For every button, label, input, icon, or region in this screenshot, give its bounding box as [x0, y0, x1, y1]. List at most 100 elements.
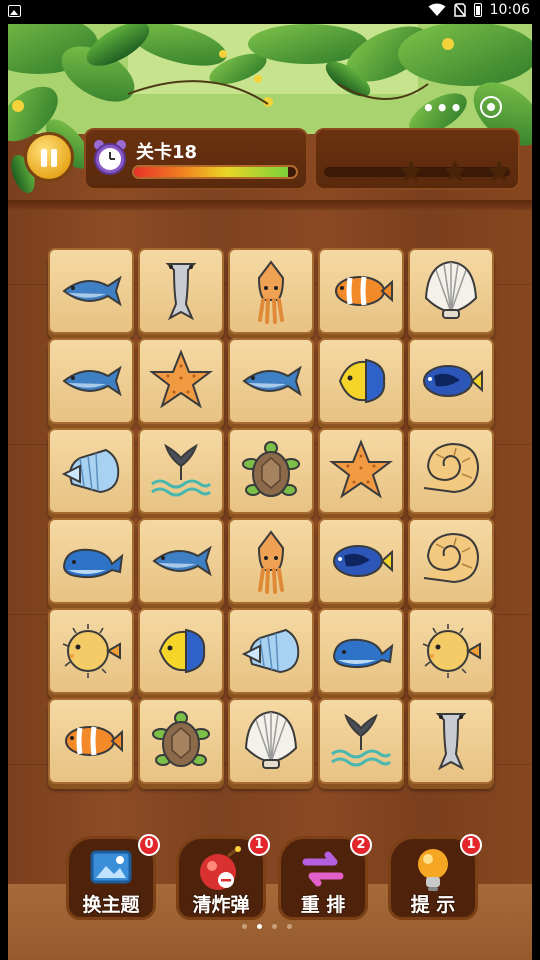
page-dot [257, 924, 262, 929]
tile-shell[interactable] [228, 698, 314, 784]
tile-whale-tail[interactable] [138, 428, 224, 514]
starfish-icon [149, 349, 213, 409]
tile-tuna[interactable] [48, 338, 134, 424]
level-label: 关卡18 [136, 142, 198, 163]
tile-whale[interactable] [48, 518, 134, 604]
turtle-icon [242, 441, 300, 497]
tile-turtle[interactable] [138, 698, 224, 784]
shark-icon [165, 263, 197, 321]
tile-shell[interactable] [408, 248, 494, 334]
tuna-icon [242, 365, 302, 397]
wifi-icon [428, 3, 446, 16]
angelfish-icon [338, 358, 386, 404]
tile-surgeonfish[interactable] [408, 338, 494, 424]
pause-button[interactable] [24, 132, 74, 182]
tool-count-badge: 1 [248, 834, 270, 856]
tile-starfish[interactable] [318, 428, 404, 514]
tuna-icon [62, 275, 122, 307]
surgeonfish-icon [423, 365, 483, 397]
alarm-clock-icon [94, 140, 126, 175]
tile-ammonite[interactable] [408, 518, 494, 604]
tile-angelfish[interactable] [318, 338, 404, 424]
tile-angelfish[interactable] [138, 608, 224, 694]
page-dot [287, 924, 292, 929]
tile-squid[interactable] [228, 518, 314, 604]
no-sim-icon [453, 3, 466, 17]
tile-conch[interactable] [48, 428, 134, 514]
tile-surgeonfish[interactable] [318, 518, 404, 604]
tile-ammonite[interactable] [408, 428, 494, 514]
squid-icon [257, 530, 285, 594]
level-progress-bar [132, 165, 298, 179]
surgeonfish-icon [333, 545, 393, 577]
pufferfish-icon [62, 624, 121, 678]
tool-count-badge: 0 [138, 834, 160, 856]
tool-label: 提 示 [410, 894, 456, 916]
page-indicator [242, 924, 292, 929]
angelfish-icon [158, 628, 206, 674]
shark-icon [435, 713, 467, 771]
more-menu-button[interactable]: ••• [422, 96, 463, 120]
tile-tuna[interactable] [228, 338, 314, 424]
board-shelf [8, 200, 532, 210]
star-1-icon [400, 160, 422, 181]
tile-clownfish[interactable] [318, 248, 404, 334]
battery-icon [473, 3, 482, 17]
clock-time: 10:06 [489, 2, 530, 18]
tile-tuna[interactable] [48, 248, 134, 334]
tool-count-badge: 2 [350, 834, 372, 856]
whale-icon [62, 548, 124, 579]
tool-label: 重 排 [300, 894, 346, 916]
clownfish-icon [65, 726, 123, 756]
tuna-icon [152, 545, 212, 577]
ammonite-icon [423, 532, 480, 584]
tuna-icon [62, 365, 122, 397]
whale-tail-icon [151, 443, 212, 497]
tile-starfish[interactable] [138, 338, 224, 424]
reshuffle-button[interactable]: 重 排 2 [278, 834, 372, 936]
ammonite-icon [423, 442, 480, 494]
clear-bomb-button[interactable]: 清炸弹 1 [176, 834, 270, 936]
bomb-icon [200, 846, 241, 890]
clownfish-icon [335, 276, 393, 306]
lightbulb-icon [418, 849, 448, 891]
star-2-icon [444, 160, 466, 181]
tile-squid[interactable] [228, 248, 314, 334]
progress-fill [134, 167, 288, 177]
tile-whale-tail[interactable] [318, 698, 404, 784]
tile-tuna[interactable] [138, 518, 224, 604]
tile-pufferfish[interactable] [408, 608, 494, 694]
turtle-icon [152, 711, 210, 767]
tile-whale[interactable] [318, 608, 404, 694]
hint-button[interactable]: 提 示 1 [388, 834, 482, 936]
whale-tail-icon [331, 713, 392, 767]
tool-label: 换主题 [82, 894, 140, 916]
game-stage: 关卡18 ••• 换主题 0 清炸弹 1 重 排 2 提 示 1 [8, 24, 532, 960]
close-target-icon[interactable] [480, 96, 502, 118]
tile-shark[interactable] [408, 698, 494, 784]
tile-turtle[interactable] [228, 428, 314, 514]
shell-icon [424, 260, 478, 319]
whale-icon [332, 638, 394, 669]
tool-label: 清炸弹 [192, 894, 250, 916]
status-bar: 10:06 [0, 0, 540, 24]
change-theme-button[interactable]: 换主题 0 [66, 834, 160, 936]
shuffle-icon [302, 851, 344, 887]
picture-icon [90, 850, 132, 884]
tile-conch[interactable] [228, 608, 314, 694]
page-dot [272, 924, 277, 929]
tile-pufferfish[interactable] [48, 608, 134, 694]
conch-icon [61, 448, 120, 494]
star-3-icon [488, 160, 510, 181]
mini-program-capsule: ••• [412, 94, 520, 124]
starfish-icon [329, 439, 393, 499]
tile-clownfish[interactable] [48, 698, 134, 784]
image-notification-icon [8, 5, 21, 17]
pufferfish-icon [422, 624, 481, 678]
tile-shark[interactable] [138, 248, 224, 334]
conch-icon [241, 628, 300, 674]
tool-count-badge: 1 [460, 834, 482, 856]
shell-icon [244, 710, 298, 769]
page-dot [242, 924, 247, 929]
squid-icon [257, 260, 285, 324]
